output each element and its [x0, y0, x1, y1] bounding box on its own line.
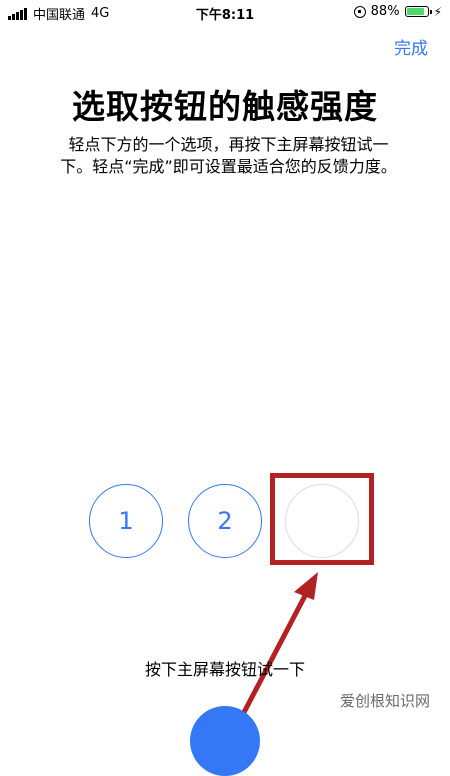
home-button-hint: 按下主屏幕按钮试一下: [144, 660, 305, 679]
bolt-icon: ⚡: [433, 4, 442, 19]
option-3-button[interactable]: [285, 484, 359, 558]
status-bar: 中国联通 4G 下午8:11 88% ⚡: [0, 0, 450, 24]
page-title: 选取按钮的触感强度: [72, 87, 378, 126]
done-button[interactable]: 完成: [394, 34, 428, 59]
battery-icon: [404, 6, 432, 17]
option-2-button[interactable]: 2: [188, 484, 262, 558]
option-1-button[interactable]: 1: [89, 484, 163, 558]
home-button[interactable]: [190, 706, 260, 776]
watermark: 爱创根知识网: [339, 692, 430, 710]
status-bar-right: 88% ⚡: [353, 4, 442, 19]
page-description: 轻点下方的一个选项，再按下主屏幕按钮试一下。轻点“完成”即可设置最适合您的反馈力…: [60, 135, 397, 176]
battery-percent: 88%: [370, 4, 400, 19]
rotation-lock-icon: [353, 5, 366, 18]
battery-fill: [406, 8, 425, 15]
